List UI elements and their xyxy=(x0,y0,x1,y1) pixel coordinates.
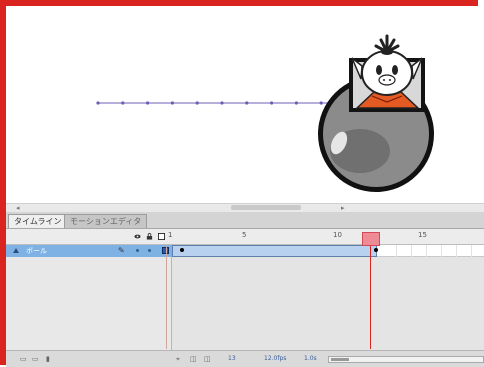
scroll-right-icon[interactable]: ▸ xyxy=(341,204,345,212)
frames-area[interactable] xyxy=(172,245,484,350)
stage[interactable] xyxy=(6,6,484,203)
edit-multiple-frames-icon[interactable]: ◫ xyxy=(204,356,211,363)
timeline-divider xyxy=(166,246,167,349)
layer-name[interactable]: ボール xyxy=(26,246,47,256)
motion-path-dot xyxy=(96,101,100,105)
playhead[interactable] xyxy=(362,232,380,246)
motion-path-dot xyxy=(220,101,224,105)
start-keyframe-icon[interactable] xyxy=(180,248,184,252)
timeline-bottom-bar: ▭ ▭ ▮ ⌖ ◫ ◫ 13 12.0fps 1.0s xyxy=(6,350,484,367)
visibility-dot[interactable] xyxy=(136,249,139,252)
ball-character[interactable] xyxy=(318,34,434,192)
tab-timeline[interactable]: タイムライン xyxy=(8,214,68,228)
elapsed-time: 1.0s xyxy=(304,355,317,362)
motion-path-dot xyxy=(146,101,150,105)
motion-path-dot xyxy=(319,101,323,105)
motion-tween-span[interactable] xyxy=(172,245,377,257)
new-folder-icon[interactable]: ▭ xyxy=(32,356,39,363)
motion-path-dot xyxy=(170,101,174,105)
frame-number-1: 1 xyxy=(168,231,173,239)
empty-frame-cell[interactable] xyxy=(382,245,397,257)
stage-artwork xyxy=(96,34,434,192)
timeline-horizontal-scrollbar[interactable] xyxy=(328,356,484,363)
scroll-left-icon[interactable]: ◂ xyxy=(16,204,20,212)
timeline-header: 1 5 10 15 xyxy=(6,229,484,245)
motion-path-dot xyxy=(245,101,249,105)
character-head xyxy=(361,50,413,96)
empty-frame-cell[interactable] xyxy=(442,245,457,257)
motion-path-dot xyxy=(270,101,274,105)
empty-frame-cell[interactable] xyxy=(412,245,427,257)
lock-dot[interactable] xyxy=(148,249,151,252)
empty-frame-cell[interactable] xyxy=(457,245,472,257)
empty-frame-cell[interactable] xyxy=(427,245,442,257)
tab-motion-editor[interactable]: モーションエディタ xyxy=(64,214,148,228)
layer-icon xyxy=(13,248,19,253)
frame-number-15: 15 xyxy=(418,231,427,239)
outline-icon[interactable] xyxy=(158,233,165,240)
frame-rate: 12.0fps xyxy=(264,355,287,362)
layer-row[interactable]: ボール ✎ xyxy=(6,245,172,257)
center-frame-icon[interactable]: ⌖ xyxy=(176,356,180,363)
end-keyframe-icon[interactable] xyxy=(374,248,378,252)
lock-icon[interactable] xyxy=(146,233,153,240)
empty-frame-cell[interactable] xyxy=(397,245,412,257)
scroll-thumb[interactable] xyxy=(231,205,301,210)
eye-icon[interactable] xyxy=(134,233,141,240)
new-layer-icon[interactable]: ▭ xyxy=(20,356,27,363)
motion-path-dot xyxy=(195,101,199,105)
layers-column: ボール ✎ xyxy=(6,245,172,350)
pencil-icon: ✎ xyxy=(118,246,125,255)
motion-path-dot xyxy=(294,101,298,105)
playhead-line xyxy=(370,246,371,349)
frame-number-10: 10 xyxy=(333,231,342,239)
motion-path-dot xyxy=(121,101,125,105)
onion-skin-icon[interactable]: ◫ xyxy=(190,356,197,363)
stage-horizontal-scrollbar[interactable]: ◂ ▸ xyxy=(6,203,484,212)
empty-frame-cell[interactable] xyxy=(472,245,484,257)
current-frame: 13 xyxy=(228,355,236,362)
delete-icon[interactable]: ▮ xyxy=(46,356,50,363)
layer-frame-row[interactable] xyxy=(172,245,484,257)
timeline-panel: タイムライン モーションエディタ 1 5 10 15 ボール ✎ ▭ ▭ ▮ ⌖… xyxy=(6,212,484,367)
scroll-thumb[interactable] xyxy=(331,358,349,361)
panel-tabs: タイムライン モーションエディタ xyxy=(6,212,484,229)
frame-number-5: 5 xyxy=(242,231,247,239)
